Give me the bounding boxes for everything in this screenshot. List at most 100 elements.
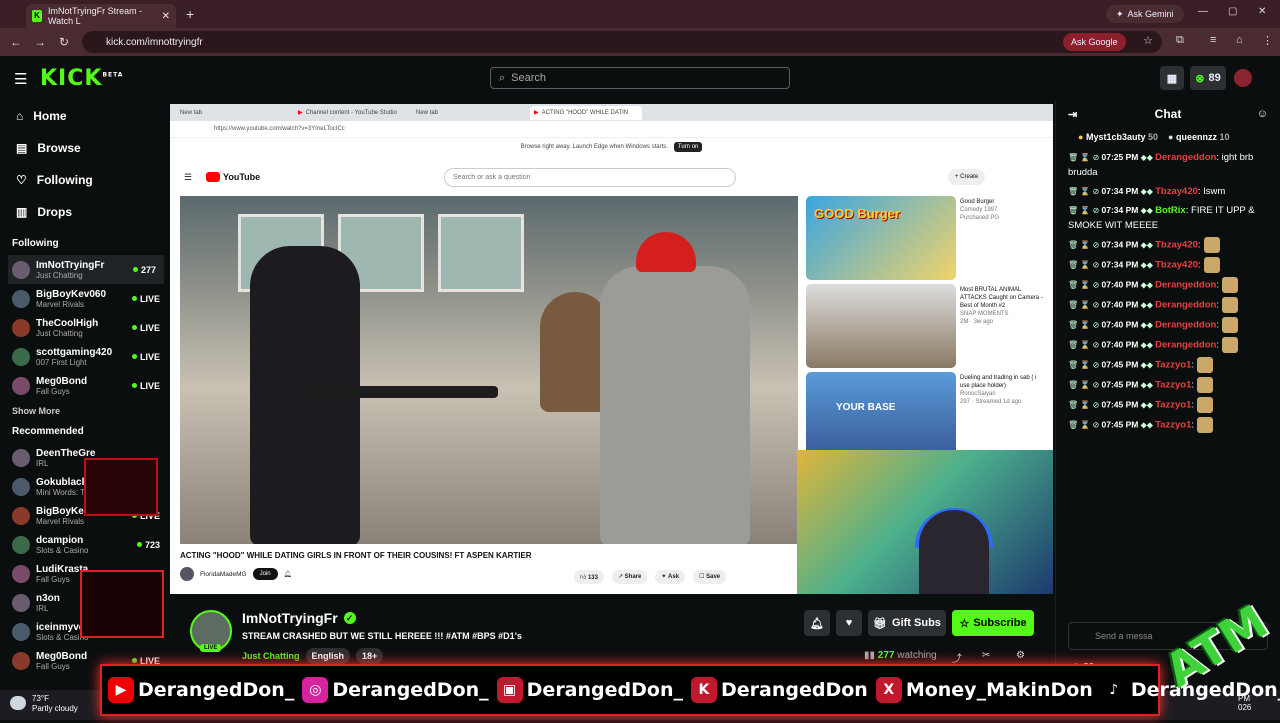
settings-icon[interactable]: ⚙ bbox=[1016, 650, 1025, 661]
maximize-icon[interactable]: ▢ bbox=[1228, 6, 1237, 17]
ask-google-label: Ask Google bbox=[1071, 37, 1118, 47]
message-user[interactable]: Tazzyo1 bbox=[1155, 380, 1191, 391]
channel-text: ImNotTryingFr Just Chatting bbox=[36, 260, 127, 280]
message-time: 07:34 PM bbox=[1101, 259, 1139, 270]
collections-icon[interactable]: ⌂ bbox=[1236, 34, 1243, 46]
message-user[interactable]: BotRix bbox=[1155, 205, 1186, 216]
message-actions-icon[interactable]: 🗑︎ ⌛ ⊘ bbox=[1068, 153, 1102, 162]
yt-rec-sub2: 297 · Streamed 1d ago bbox=[960, 399, 1022, 406]
user-avatar[interactable] bbox=[1234, 69, 1252, 87]
minimize-icon[interactable]: — bbox=[1198, 6, 1208, 17]
channel-avatar bbox=[12, 535, 30, 554]
chat-badge-icon: ◆◆ bbox=[1138, 260, 1156, 270]
chat-users-icon[interactable]: ☺ bbox=[1257, 108, 1268, 120]
browser-tab-active[interactable]: K ImNotTryingFr Stream - Watch L ✕ bbox=[26, 4, 176, 28]
url-field[interactable]: kick.com/imnottryingfr bbox=[82, 31, 1162, 53]
message-text: : bbox=[1191, 379, 1195, 391]
message-user[interactable]: Tazzyo1 bbox=[1155, 360, 1191, 371]
message-user[interactable]: Derangeddon bbox=[1155, 152, 1216, 163]
tag-mature[interactable]: 18+ bbox=[356, 648, 384, 664]
yt-rec-thumbnail: YOUR BASE bbox=[806, 372, 956, 456]
bookmark-star-icon[interactable]: ☆ bbox=[1143, 34, 1153, 47]
leaderboard-count: 10 bbox=[1219, 132, 1230, 142]
message-user[interactable]: Derangeddon bbox=[1155, 300, 1216, 311]
following-title: Following bbox=[12, 238, 59, 249]
yt-rec-sub2: Purchased PG bbox=[960, 215, 1000, 222]
message-user[interactable]: Derangeddon bbox=[1155, 280, 1216, 291]
reading-list-icon[interactable]: ≡ bbox=[1210, 34, 1216, 46]
menu-icon[interactable]: ☰ bbox=[14, 70, 27, 88]
browse-icon: ▤ bbox=[16, 141, 28, 155]
message-actions-icon[interactable]: 🗑︎ ⌛ ⊘ bbox=[1068, 301, 1102, 310]
share-icon[interactable]: ⤴ bbox=[952, 650, 962, 665]
weather-widget[interactable]: 73°F Partly cloudy bbox=[10, 694, 78, 714]
message-actions-icon[interactable]: 🗑︎ ⌛ ⊘ bbox=[1068, 321, 1102, 330]
yt-menu-icon: ☰ bbox=[184, 172, 193, 182]
channel-category: Marvel Rivals bbox=[36, 299, 85, 309]
message-user[interactable]: Tbzay420 bbox=[1155, 186, 1198, 197]
live-dot-icon bbox=[131, 383, 137, 388]
notifications-button[interactable]: 🔔︎ bbox=[804, 610, 830, 636]
message-time: 07:40 PM bbox=[1101, 319, 1139, 330]
message-user[interactable]: Derangeddon bbox=[1155, 320, 1216, 331]
message-actions-icon[interactable]: 🗑︎ ⌛ ⊘ bbox=[1068, 187, 1102, 196]
message-actions-icon[interactable]: 🗑︎ ⌛ ⊘ bbox=[1068, 206, 1102, 215]
message-actions-icon[interactable]: 🗑︎ ⌛ ⊘ bbox=[1068, 281, 1102, 290]
sidebar-channel[interactable]: dcampion Slots & Casino 723 bbox=[0, 530, 168, 559]
nav-drops[interactable]: ▥ Drops bbox=[0, 196, 168, 228]
social-handle-text: DerangedDon_ bbox=[526, 679, 683, 701]
forward-icon[interactable]: → bbox=[28, 35, 52, 49]
subscribe-button[interactable]: ☆ Subscribe bbox=[952, 610, 1034, 636]
tag-language[interactable]: English bbox=[305, 648, 351, 664]
sidebar-channel[interactable]: TheCoolHigh Just Chatting LIVE bbox=[0, 313, 168, 342]
close-window-icon[interactable]: ✕ bbox=[1258, 6, 1266, 17]
logo-text: KICK bbox=[40, 66, 103, 91]
emote bbox=[1221, 317, 1238, 333]
message-actions-icon[interactable]: 🗑︎ ⌛ ⊘ bbox=[1068, 341, 1102, 350]
message-actions-icon[interactable]: 🗑︎ ⌛ ⊘ bbox=[1068, 241, 1102, 250]
message-user[interactable]: Tbzay420 bbox=[1155, 260, 1198, 271]
back-icon[interactable]: ← bbox=[4, 35, 28, 49]
message-actions-icon[interactable]: 🗑︎ ⌛ ⊘ bbox=[1068, 401, 1102, 410]
nav-following[interactable]: ♡ Following bbox=[0, 164, 168, 196]
category-link[interactable]: Just Chatting bbox=[242, 651, 300, 661]
sidebar-channel[interactable]: Meg0Bond Fall Guys LIVE bbox=[0, 371, 168, 400]
channel-name[interactable]: ImNotTryingFr bbox=[242, 610, 338, 626]
message-user[interactable]: Tazzyo1 bbox=[1155, 400, 1191, 411]
nav-browse[interactable]: ▤ Browse bbox=[0, 132, 168, 164]
message-user[interactable]: Tazzyo1 bbox=[1155, 420, 1191, 431]
search-input[interactable]: ⌕ Search bbox=[490, 67, 790, 89]
message-text: : bbox=[1191, 399, 1195, 411]
message-user[interactable]: Derangeddon bbox=[1155, 340, 1216, 351]
url-text: kick.com/imnottryingfr bbox=[106, 36, 203, 48]
yt-channel-row: FloridaMadeMG Join 🔔︎ bbox=[180, 567, 292, 581]
sidebar-channel[interactable]: ImNotTryingFr Just Chatting 277 bbox=[8, 255, 164, 284]
new-tab-icon[interactable]: + bbox=[186, 6, 194, 22]
kick-logo[interactable]: KICKBETA bbox=[40, 66, 123, 91]
extensions-icon[interactable]: ⧉ bbox=[1176, 34, 1184, 47]
show-more-link[interactable]: Show More bbox=[0, 400, 168, 422]
clip-icon[interactable]: ✂ bbox=[982, 650, 990, 661]
instagram-icon: ◎ bbox=[302, 677, 329, 703]
more-menu-icon[interactable]: ⋮ bbox=[1262, 34, 1273, 47]
sidebar-channel[interactable]: BigBoyKev060Marvel Rivals LIVE bbox=[0, 284, 168, 313]
ask-gemini-button[interactable]: ✦ Ask Gemini bbox=[1106, 5, 1184, 23]
message-actions-icon[interactable]: 🗑︎ ⌛ ⊘ bbox=[1068, 261, 1102, 270]
message-actions-icon[interactable]: 🗑︎ ⌛ ⊘ bbox=[1068, 381, 1102, 390]
edge-turn-on-button: Turn on bbox=[673, 142, 703, 152]
collapse-chat-icon[interactable]: ⇥ bbox=[1068, 108, 1077, 121]
youtube-icon: ▶ bbox=[298, 110, 303, 116]
reload-icon[interactable]: ↻ bbox=[52, 35, 76, 49]
gift-subs-button[interactable]: 🎁︎ Gift Subs bbox=[868, 610, 946, 636]
message-actions-icon[interactable]: 🗑︎ ⌛ ⊘ bbox=[1068, 421, 1102, 430]
message-actions-icon[interactable]: 🗑︎ ⌛ ⊘ bbox=[1068, 361, 1102, 370]
social-banner-overlay: ▶ DerangedDon_ ◎ DerangedDon_ ▣ DerangedDon_ K… bbox=[100, 664, 1280, 716]
message-user[interactable]: Tbzay420 bbox=[1155, 240, 1198, 251]
close-tab-icon[interactable]: ✕ bbox=[162, 11, 170, 22]
sidebar-channel[interactable]: scottgaming420 007 First Light LIVE bbox=[0, 342, 168, 371]
kick-points-button[interactable]: ⊗ 89 bbox=[1190, 66, 1226, 90]
nav-home[interactable]: ⌂ Home bbox=[0, 100, 168, 132]
ask-google-button[interactable]: Ask Google bbox=[1063, 33, 1126, 51]
follow-button[interactable]: ♥ bbox=[836, 610, 862, 636]
layout-toggle-button[interactable]: ▦ bbox=[1160, 66, 1184, 90]
